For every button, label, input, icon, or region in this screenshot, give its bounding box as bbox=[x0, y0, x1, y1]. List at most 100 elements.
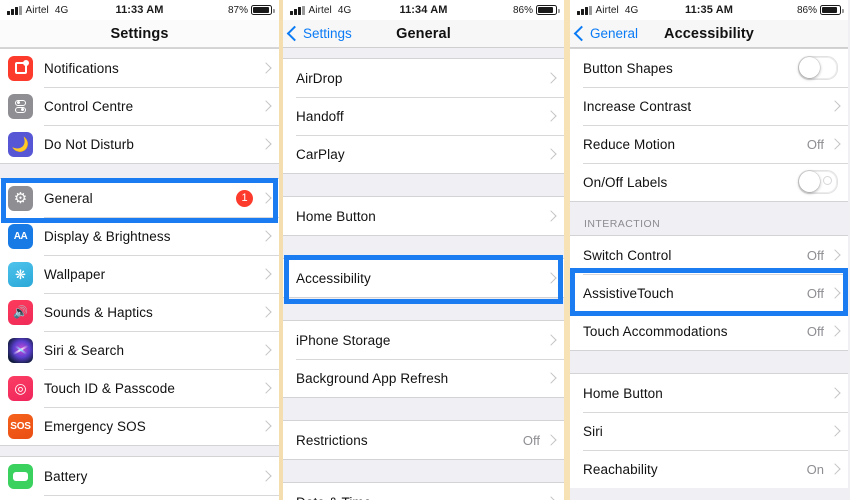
touch-id-icon: ◎ bbox=[8, 375, 33, 401]
signal-bars-icon bbox=[577, 5, 592, 15]
row-restrictions[interactable]: Restrictions Off bbox=[283, 421, 564, 459]
chevron-right-icon bbox=[260, 138, 272, 150]
row-switch-control[interactable]: Switch Control Off bbox=[570, 236, 848, 274]
row-label: General bbox=[44, 190, 93, 206]
row-airdrop[interactable]: AirDrop bbox=[283, 59, 564, 97]
row-label: Do Not Disturb bbox=[44, 136, 134, 152]
row-notifications[interactable]: Notifications bbox=[0, 49, 279, 87]
row-increase-contrast[interactable]: Increase Contrast bbox=[570, 87, 848, 125]
general-group-5: Restrictions Off bbox=[283, 420, 564, 460]
on-off-labels-toggle[interactable] bbox=[798, 170, 838, 194]
nav-bar: Settings bbox=[0, 20, 279, 48]
status-bar: Airtel 4G 11:33 AM 87% bbox=[0, 0, 279, 20]
battery-icon bbox=[820, 5, 844, 15]
row-do-not-disturb[interactable]: 🌙 Do Not Disturb bbox=[0, 125, 279, 163]
chevron-right-icon bbox=[260, 306, 272, 318]
general-list[interactable]: AirDrop Handoff CarPlay Home Button Acce… bbox=[283, 48, 564, 500]
network-type-label: 4G bbox=[624, 4, 639, 16]
row-label: Touch Accommodations bbox=[583, 323, 728, 339]
chevron-right-icon bbox=[829, 249, 841, 261]
off-label-icon bbox=[823, 176, 832, 185]
accessibility-group-1: Button Shapes Increase Contrast Reduce M… bbox=[570, 48, 848, 202]
row-carplay[interactable]: CarPlay bbox=[283, 135, 564, 173]
emergency-sos-icon: SOS bbox=[8, 413, 33, 439]
row-reachability[interactable]: Reachability On bbox=[570, 450, 848, 488]
group-spacer bbox=[283, 460, 564, 482]
chevron-right-icon bbox=[829, 425, 841, 437]
page-title: Accessibility bbox=[664, 25, 754, 42]
row-label: Sounds & Haptics bbox=[44, 304, 153, 320]
status-right: 86% bbox=[513, 5, 560, 16]
nav-bar: General Accessibility bbox=[570, 20, 848, 48]
wallpaper-icon: ❋ bbox=[8, 261, 33, 287]
row-home-button[interactable]: Home Button bbox=[283, 197, 564, 235]
row-reduce-motion[interactable]: Reduce Motion Off bbox=[570, 125, 848, 163]
button-shapes-toggle[interactable] bbox=[798, 56, 838, 80]
network-type-label: 4G bbox=[54, 4, 69, 16]
group-spacer bbox=[283, 174, 564, 196]
row-value: Off bbox=[806, 285, 824, 301]
back-label: General bbox=[590, 26, 639, 41]
back-button[interactable]: General bbox=[573, 25, 639, 42]
row-siri[interactable]: Siri bbox=[570, 412, 848, 450]
row-display-brightness[interactable]: AA Display & Brightness bbox=[0, 217, 279, 255]
row-on-off-labels[interactable]: On/Off Labels bbox=[570, 163, 848, 201]
sounds-haptics-icon: 🔊 bbox=[8, 299, 33, 325]
carrier-label: Airtel bbox=[25, 4, 49, 16]
settings-group-2: ⚙ General 1 AA Display & Brightness ❋ Wa… bbox=[0, 178, 279, 446]
row-touch-accommodations[interactable]: Touch Accommodations Off bbox=[570, 312, 848, 350]
sidebar-item-general[interactable]: ⚙ General 1 bbox=[0, 179, 279, 217]
row-background-app-refresh[interactable]: Background App Refresh bbox=[283, 359, 564, 397]
carrier-label: Airtel bbox=[595, 4, 619, 16]
row-label: Button Shapes bbox=[583, 60, 673, 76]
row-label: AirDrop bbox=[296, 70, 343, 86]
row-siri-search[interactable]: Siri & Search bbox=[0, 331, 279, 369]
chevron-right-icon bbox=[260, 470, 272, 482]
row-label: Restrictions bbox=[296, 432, 368, 448]
chevron-right-icon bbox=[829, 287, 841, 299]
settings-list[interactable]: Notifications Control Centre 🌙 Do Not Di… bbox=[0, 48, 279, 500]
chevron-right-icon bbox=[260, 62, 272, 74]
row-iphone-storage[interactable]: iPhone Storage bbox=[283, 321, 564, 359]
group-spacer bbox=[283, 298, 564, 320]
status-right: 86% bbox=[797, 5, 844, 16]
row-label: Siri & Search bbox=[44, 342, 125, 358]
network-type-label: 4G bbox=[337, 4, 352, 16]
chevron-right-icon bbox=[545, 272, 557, 284]
signal-bars-icon bbox=[7, 5, 22, 15]
group-spacer bbox=[0, 164, 279, 178]
row-battery[interactable]: Battery bbox=[0, 457, 279, 495]
chevron-right-icon bbox=[545, 210, 557, 222]
row-label: Battery bbox=[44, 468, 88, 484]
page-title: General bbox=[396, 25, 451, 42]
chevron-right-icon bbox=[260, 344, 272, 356]
row-handoff[interactable]: Handoff bbox=[283, 97, 564, 135]
row-emergency-sos[interactable]: SOS Emergency SOS bbox=[0, 407, 279, 445]
row-home-button[interactable]: Home Button bbox=[570, 374, 848, 412]
row-value: Off bbox=[522, 432, 540, 448]
back-button[interactable]: Settings bbox=[286, 25, 352, 42]
row-sounds-haptics[interactable]: 🔊 Sounds & Haptics bbox=[0, 293, 279, 331]
row-label: Display & Brightness bbox=[44, 228, 171, 244]
row-wallpaper[interactable]: ❋ Wallpaper bbox=[0, 255, 279, 293]
row-touch-id-passcode[interactable]: ◎ Touch ID & Passcode bbox=[0, 369, 279, 407]
row-control-centre[interactable]: Control Centre bbox=[0, 87, 279, 125]
chevron-right-icon bbox=[829, 138, 841, 150]
chevron-right-icon bbox=[545, 372, 557, 384]
row-accessibility[interactable]: Accessibility bbox=[283, 259, 564, 297]
row-label: Home Button bbox=[296, 208, 376, 224]
row-label: Control Centre bbox=[44, 98, 134, 114]
row-value: Off bbox=[806, 136, 824, 152]
row-privacy[interactable]: ✋ Privacy bbox=[0, 495, 279, 500]
row-assistive-touch[interactable]: AssistiveTouch Off bbox=[570, 274, 848, 312]
chevron-right-icon bbox=[545, 148, 557, 160]
row-label: Siri bbox=[583, 423, 603, 439]
accessibility-list[interactable]: Button Shapes Increase Contrast Reduce M… bbox=[570, 48, 848, 500]
chevron-right-icon bbox=[545, 72, 557, 84]
chevron-right-icon bbox=[829, 387, 841, 399]
battery-settings-icon bbox=[8, 463, 33, 489]
row-date-time[interactable]: Date & Time bbox=[283, 483, 564, 500]
row-label: Increase Contrast bbox=[583, 98, 692, 114]
row-button-shapes[interactable]: Button Shapes bbox=[570, 49, 848, 87]
row-label: Emergency SOS bbox=[44, 418, 146, 434]
